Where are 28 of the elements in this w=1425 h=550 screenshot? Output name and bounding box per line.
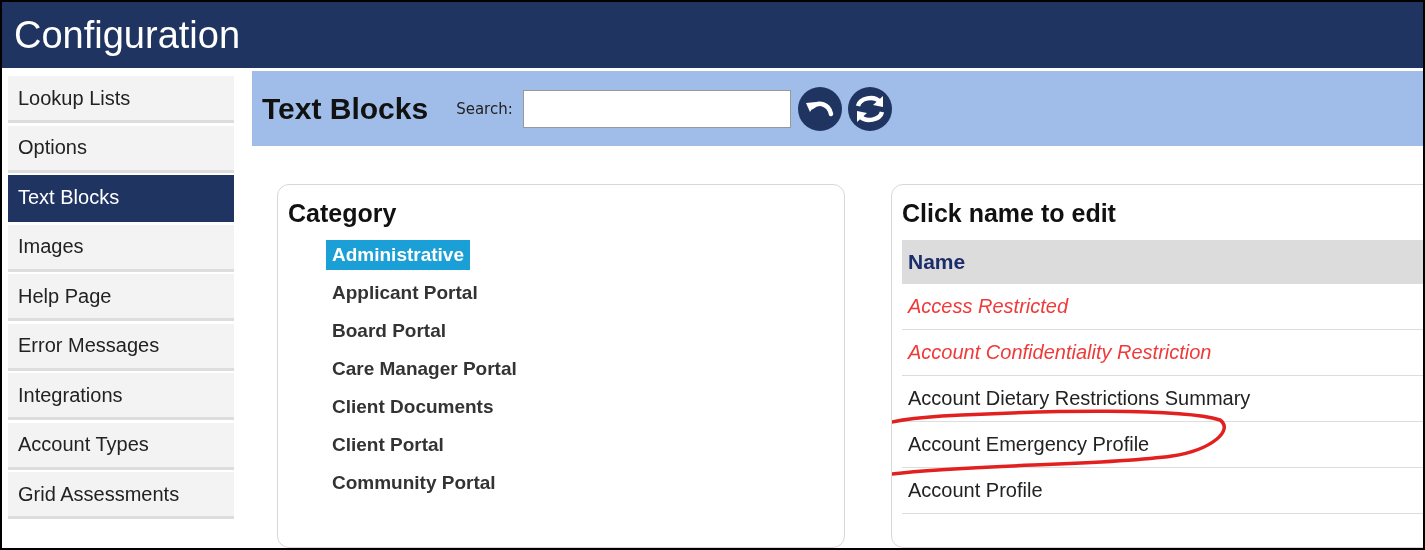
category-item[interactable]: Applicant Portal (326, 278, 484, 308)
sidebar-item[interactable]: Account Types (8, 422, 234, 470)
page-title: Text Blocks (262, 91, 429, 126)
undo-icon[interactable] (796, 85, 843, 132)
window-title: Configuration (14, 13, 241, 57)
category-item[interactable]: Board Portal (326, 316, 453, 346)
sidebar-item[interactable]: Error Messages (8, 323, 234, 371)
sidebar-item[interactable]: Help Page (8, 274, 234, 321)
name-link[interactable]: Account Dietary Restrictions Summary (908, 387, 1251, 410)
category-item[interactable]: Care Manager Portal (326, 354, 523, 384)
sidebar-item[interactable]: Lookup Lists (8, 76, 234, 123)
sidebar-item[interactable]: Grid Assessments (8, 472, 234, 519)
sidebar-item[interactable]: Options (8, 125, 234, 173)
card-title: Click name to edit (902, 199, 1117, 228)
category-item[interactable]: Client Documents (326, 392, 500, 422)
refresh-icon[interactable] (846, 85, 893, 132)
name-link[interactable]: Account Profile (908, 479, 1043, 502)
name-link[interactable]: Account Confidentiality Restriction (908, 341, 1212, 364)
search-label: Search: (456, 99, 513, 118)
sidebar-item[interactable]: Text Blocks (8, 175, 234, 222)
search-field[interactable] (522, 89, 791, 128)
sidebar-item[interactable]: Integrations (8, 373, 234, 420)
card-title: Category (288, 199, 398, 228)
category-item[interactable]: Community Portal (326, 468, 502, 498)
category-item[interactable]: Client Portal (326, 430, 450, 460)
name-link[interactable]: Access Restricted (908, 295, 1069, 318)
sidebar-item[interactable]: Images (8, 224, 234, 272)
column-header: Name (902, 240, 1423, 284)
